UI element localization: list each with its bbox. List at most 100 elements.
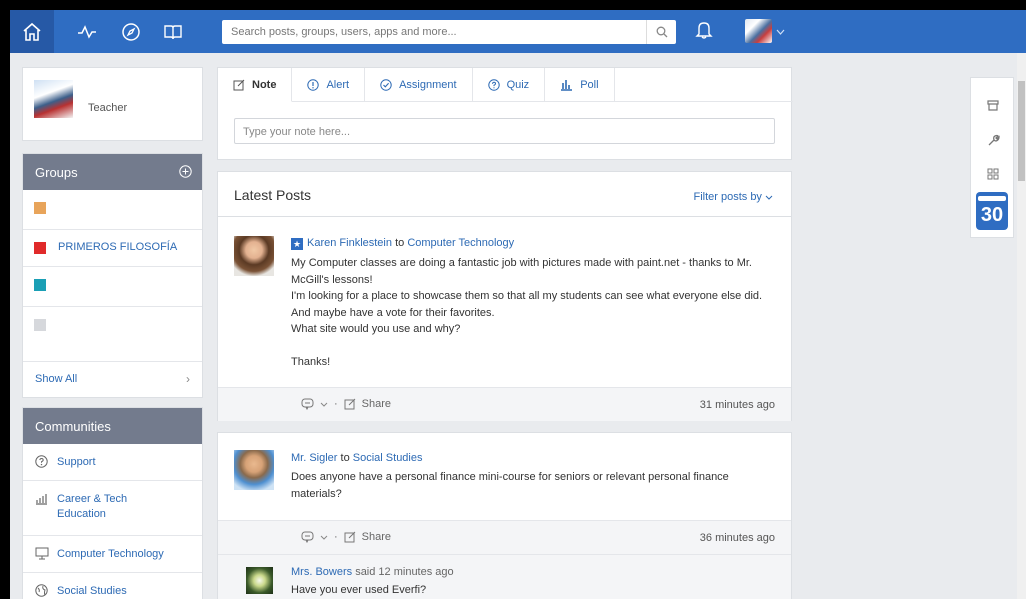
reply-item: Mrs. Bowers said 12 minutes ago Have you… [218, 554, 791, 599]
filter-posts-label: Filter posts by [693, 191, 762, 203]
apps-grid-icon[interactable] [971, 158, 1015, 190]
author-avatar[interactable] [234, 236, 274, 276]
alert-icon [307, 78, 320, 91]
avatar[interactable] [745, 19, 772, 43]
groups-panel: Groups PRIMEROS FILOSOFÍA Show All › [22, 153, 203, 398]
post-actions: · Share [301, 531, 391, 543]
chevron-down-icon[interactable] [320, 535, 328, 540]
question-circle-icon [35, 455, 48, 471]
share-icon[interactable] [344, 531, 356, 543]
quiz-icon [487, 78, 500, 91]
globe-icon [35, 584, 48, 599]
page-scrollbar[interactable] [1017, 53, 1026, 599]
chevron-right-icon: › [186, 372, 190, 386]
group-item[interactable]: PRIMEROS FILOSOFÍA [23, 230, 202, 267]
reply-avatar[interactable] [246, 567, 273, 594]
tab-poll[interactable]: Poll [545, 68, 615, 102]
tab-label: Quiz [506, 78, 530, 91]
tab-quiz[interactable]: Quiz [472, 68, 546, 102]
to-word: to [340, 452, 350, 464]
share-link[interactable]: Share [362, 398, 391, 410]
tab-alert[interactable]: Alert [292, 68, 366, 102]
group-link[interactable]: Social Studies [353, 452, 423, 464]
top-bar: Search posts, groups, users, apps and mo… [10, 10, 1026, 53]
reply-icon[interactable] [301, 398, 314, 410]
calendar-button[interactable]: 30 [976, 192, 1008, 230]
activity-icon[interactable] [76, 21, 98, 43]
discover-icon[interactable] [120, 21, 142, 43]
notifications-button[interactable] [695, 20, 713, 43]
store-icon[interactable] [971, 89, 1015, 121]
post-line: I'm looking for a place to showcase them… [291, 290, 763, 302]
community-item[interactable]: Computer Technology [23, 536, 202, 573]
chevron-down-icon[interactable] [776, 24, 785, 38]
author-avatar[interactable] [234, 450, 274, 490]
reply-author-link[interactable]: Mrs. Bowers [291, 566, 352, 578]
poll-icon [561, 79, 573, 91]
post-card: ★ Karen Finklestein to Computer Technolog… [217, 216, 792, 421]
search-button[interactable] [646, 20, 676, 44]
tab-note[interactable]: Note [218, 68, 293, 102]
author-link[interactable]: Karen Finklestein [307, 237, 392, 249]
home-button[interactable] [10, 10, 54, 53]
tab-label: Assignment [399, 78, 457, 91]
post-timestamp: 36 minutes ago [699, 532, 775, 544]
tool-rail: 30 [970, 77, 1014, 238]
post-composer: Note Alert Assignment Quiz Poll Type you… [217, 67, 793, 160]
app-frame: Search posts, groups, users, apps and mo… [10, 10, 1026, 599]
community-label: Computer Technology [57, 548, 164, 560]
note-input[interactable]: Type your note here... [234, 118, 775, 144]
post-line: My Computer classes are doing a fantasti… [291, 257, 752, 269]
chevron-down-icon[interactable] [320, 402, 328, 407]
post-card: Mr. Sigler to Social Studies Does anyone… [217, 432, 792, 599]
author-link[interactable]: Mr. Sigler [291, 452, 337, 464]
post-line: materials? [291, 487, 342, 500]
reply-icon[interactable] [301, 531, 314, 543]
community-label: Social Studies [57, 585, 127, 597]
note-placeholder: Type your note here... [243, 126, 351, 138]
post-footer: · Share 31 minutes ago [218, 387, 791, 421]
wrench-icon[interactable] [971, 124, 1015, 156]
home-icon [23, 22, 41, 41]
community-item[interactable]: Social Studies [23, 573, 202, 599]
tab-label: Note [252, 78, 277, 91]
group-label: PRIMEROS FILOSOFÍA [58, 241, 178, 253]
community-item[interactable]: Support [23, 444, 202, 481]
post-line: Thanks! [291, 356, 331, 368]
community-item[interactable]: Career & Tech Education [23, 481, 202, 536]
group-item[interactable] [23, 307, 202, 362]
scrollbar-thumb[interactable] [1018, 81, 1025, 181]
reply-said: said 12 minutes ago [355, 566, 454, 578]
community-label: Career & Tech Education [57, 493, 128, 520]
group-color-swatch [34, 202, 46, 214]
post-line: Does anyone have a personal finance mini… [291, 471, 729, 483]
filter-posts-dropdown[interactable]: Filter posts by [693, 191, 773, 203]
show-all-groups-link[interactable]: Show All › [23, 362, 202, 398]
group-color-swatch [34, 242, 46, 254]
profile-picture[interactable] [34, 80, 73, 118]
calendar-day: 30 [980, 204, 1004, 226]
communities-header: Communities [23, 408, 202, 444]
note-icon [233, 79, 245, 90]
groups-title: Groups [35, 165, 78, 180]
post-line: McGill's lessons! [291, 273, 373, 286]
group-color-swatch [34, 319, 46, 331]
group-item[interactable] [23, 190, 202, 230]
monitor-icon [35, 547, 49, 563]
calendar-icon [978, 196, 1006, 201]
library-icon[interactable] [162, 21, 184, 43]
tab-assignment[interactable]: Assignment [365, 68, 473, 102]
share-icon[interactable] [344, 398, 356, 410]
share-link[interactable]: Share [362, 531, 391, 543]
community-label: Support [57, 456, 96, 468]
group-item[interactable] [23, 267, 202, 307]
dot-separator: · [334, 398, 338, 410]
chart-icon [35, 492, 48, 508]
profile-card[interactable]: Teacher [22, 67, 203, 141]
add-group-button[interactable] [179, 165, 192, 181]
post-timestamp: 31 minutes ago [699, 399, 775, 411]
group-link[interactable]: Computer Technology [407, 237, 514, 249]
search-input[interactable]: Search posts, groups, users, apps and mo… [222, 20, 676, 44]
post-line: And maybe have a vote for their favorite… [291, 306, 495, 319]
communities-panel: Communities Support Career & Tech Educat… [22, 407, 203, 599]
